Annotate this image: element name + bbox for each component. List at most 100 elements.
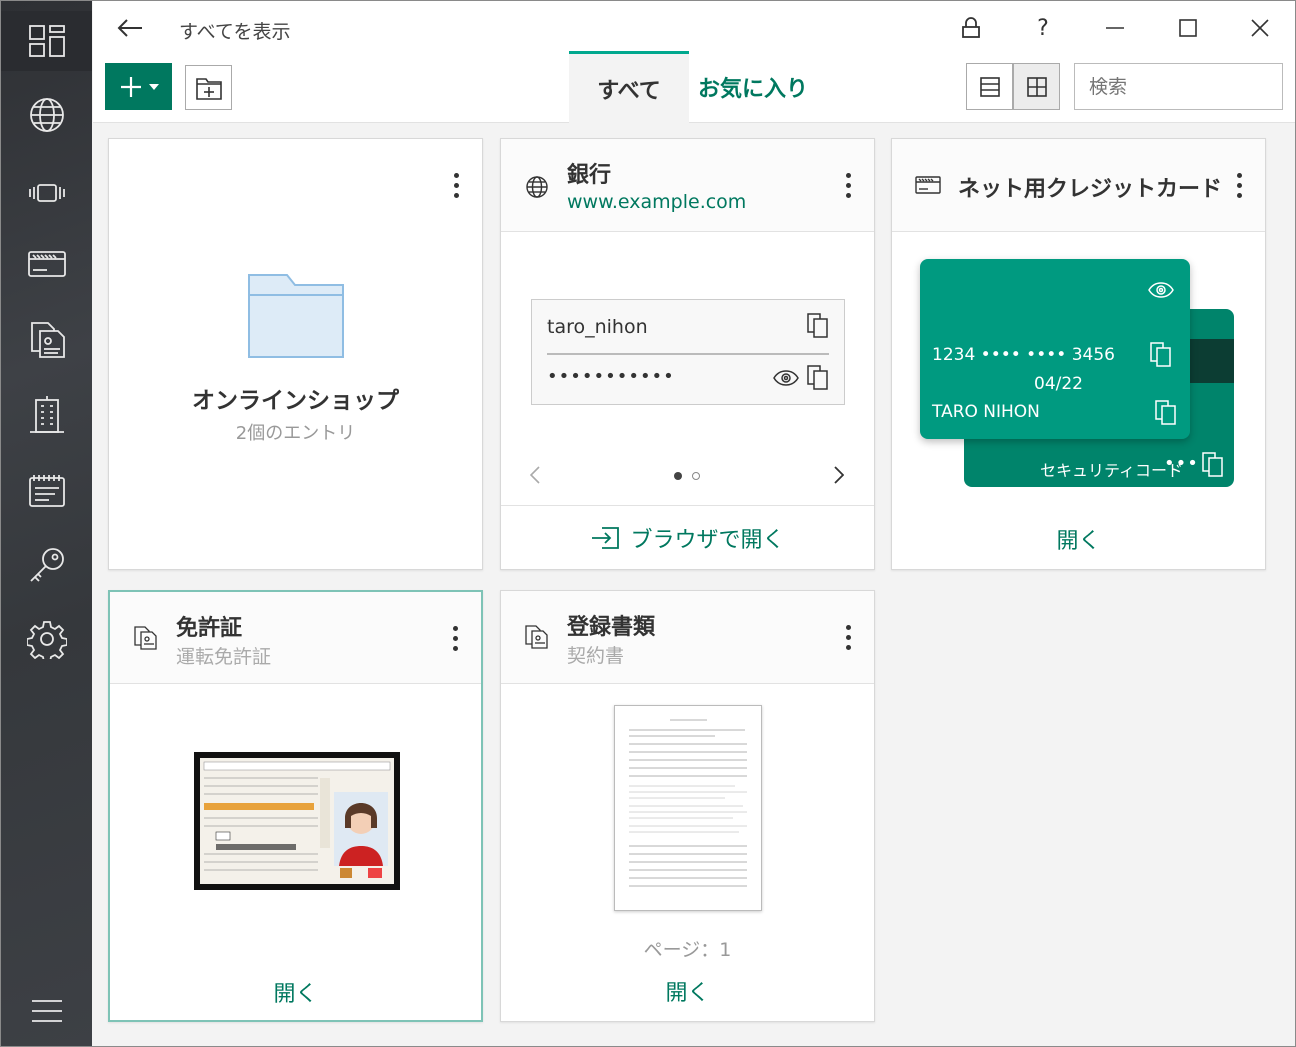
copy-username-button[interactable] [805, 312, 831, 338]
more-options-button[interactable] [451, 626, 459, 654]
minimize-button[interactable] [1095, 9, 1135, 47]
sidebar-item-settings[interactable] [1, 609, 92, 669]
copy-icon [1202, 452, 1223, 477]
sidebar-item-passwords[interactable] [1, 535, 92, 595]
open-button[interactable]: 開く [892, 523, 1265, 555]
list-view-icon [979, 76, 1000, 97]
sidebar-item-websites[interactable] [1, 85, 92, 145]
grid-view-icon [1026, 76, 1047, 97]
settings-icon [26, 621, 67, 659]
copy-password-button[interactable] [805, 364, 831, 390]
card-folder[interactable]: オンラインショップ 2個のエントリ [108, 138, 483, 570]
card-header: 銀行 www.example.com [501, 139, 874, 232]
license-thumbnail[interactable] [194, 752, 400, 890]
minimize-icon [1106, 27, 1124, 29]
app-window: すべてを表示 ? すべて お気に入り 検索 オンラインショップ 2個のエントリ … [0, 0, 1296, 1047]
card-header: ネット用クレジットカード [892, 139, 1265, 232]
globe-icon [523, 173, 551, 201]
license-subtitle: 運転免許証 [176, 646, 272, 668]
more-options-button[interactable] [844, 173, 852, 201]
app-icon [28, 184, 65, 202]
search-input[interactable] [1074, 63, 1283, 110]
sidebar [1, 1, 92, 1046]
folder-entry-count: 2個のエントリ [235, 423, 356, 444]
copy-security-code-button[interactable] [1200, 451, 1226, 477]
prev-page-button[interactable] [525, 465, 545, 485]
card-credit[interactable]: ネット用クレジットカード セキュリティコード ••• 1234 •••• •••… [891, 138, 1266, 570]
eye-icon [773, 370, 799, 386]
back-arrow-icon [117, 19, 142, 37]
sidebar-item-notes[interactable] [1, 461, 92, 521]
show-password-button[interactable] [772, 366, 800, 390]
title-bar: すべてを表示 ? [93, 1, 1295, 55]
bank-url[interactable]: www.example.com [567, 191, 746, 213]
add-button[interactable] [105, 63, 172, 110]
back-button[interactable] [115, 13, 145, 43]
more-options-button[interactable] [1235, 173, 1243, 201]
more-options-button[interactable] [452, 173, 460, 201]
registration-subtitle: 契約書 [567, 645, 625, 667]
copy-holder-button[interactable] [1153, 399, 1179, 425]
list-view-button[interactable] [966, 63, 1013, 110]
help-button[interactable]: ? [1023, 9, 1063, 47]
pager-dot-active[interactable] [674, 472, 682, 480]
more-options-button[interactable] [844, 625, 852, 653]
card-header: 登録書類 契約書 [501, 591, 874, 684]
card-expiry: 04/22 [1034, 374, 1083, 394]
copy-card-number-button[interactable] [1148, 341, 1174, 367]
document-thumbnail[interactable] [614, 705, 762, 911]
pager-dot[interactable] [692, 472, 700, 480]
open-button[interactable]: 開く [110, 976, 481, 1008]
card-holder: TARO NIHON [932, 402, 1040, 422]
page-count: ページ：1 [643, 939, 732, 961]
bank-title: 銀行 [567, 163, 612, 188]
folder-title: オンラインショップ [192, 388, 399, 414]
credit-card-icon [914, 171, 942, 199]
sidebar-item-dashboard[interactable] [1, 11, 92, 71]
folder-icon [247, 272, 345, 360]
sidebar-item-documents[interactable] [1, 309, 92, 369]
building-icon [29, 396, 64, 433]
maximize-button[interactable] [1168, 9, 1208, 47]
chevron-right-icon [834, 466, 844, 484]
sidebar-item-addresses[interactable] [1, 384, 92, 444]
page-title: すべてを表示 [179, 21, 291, 43]
password-mask: ••••••••••• [547, 366, 675, 387]
copy-icon [1155, 400, 1176, 425]
card-header: 免許証 運転免許証 [110, 592, 481, 684]
document-icon [30, 322, 65, 358]
plus-icon [120, 76, 141, 97]
new-folder-button[interactable] [185, 65, 232, 110]
chevron-down-icon [148, 83, 159, 90]
hamburger-menu-button[interactable] [1, 981, 92, 1041]
security-code-mask: ••• [1164, 453, 1199, 474]
license-title: 免許証 [176, 616, 243, 641]
close-icon [1251, 19, 1269, 37]
copy-icon [807, 365, 828, 390]
close-button[interactable] [1240, 9, 1280, 47]
next-page-button[interactable] [829, 465, 849, 485]
registration-title: 登録書類 [567, 615, 656, 640]
sidebar-item-cards[interactable] [1, 234, 92, 294]
add-folder-icon [195, 77, 222, 100]
open-in-browser-button[interactable]: ブラウザで開く [501, 523, 874, 553]
tab-favorites[interactable]: お気に入り [693, 51, 813, 123]
document-icon [523, 623, 551, 651]
sidebar-item-apps[interactable] [1, 163, 92, 223]
credentials-box: taro_nihon ••••••••••• [531, 299, 845, 405]
credit-card-icon [27, 251, 66, 277]
card-bank[interactable]: 銀行 www.example.com taro_nihon ••••••••••… [500, 138, 875, 570]
card-registration[interactable]: 登録書類 契約書 ページ：1 開く [500, 590, 875, 1022]
tab-all[interactable]: すべて [569, 51, 689, 124]
copy-icon [807, 313, 828, 338]
card-front: 1234 •••• •••• 3456 04/22 TARO NIHON [920, 259, 1190, 439]
note-icon [28, 475, 65, 507]
grid-view-button[interactable] [1013, 63, 1060, 110]
copy-icon [1150, 342, 1171, 367]
open-button[interactable]: 開く [501, 975, 874, 1007]
card-license[interactable]: 免許証 運転免許証 開く [108, 590, 483, 1022]
show-card-details-button[interactable] [1148, 279, 1174, 301]
lock-button[interactable] [951, 9, 991, 47]
document-icon [132, 624, 160, 652]
toolbar: すべて お気に入り [93, 51, 1295, 124]
